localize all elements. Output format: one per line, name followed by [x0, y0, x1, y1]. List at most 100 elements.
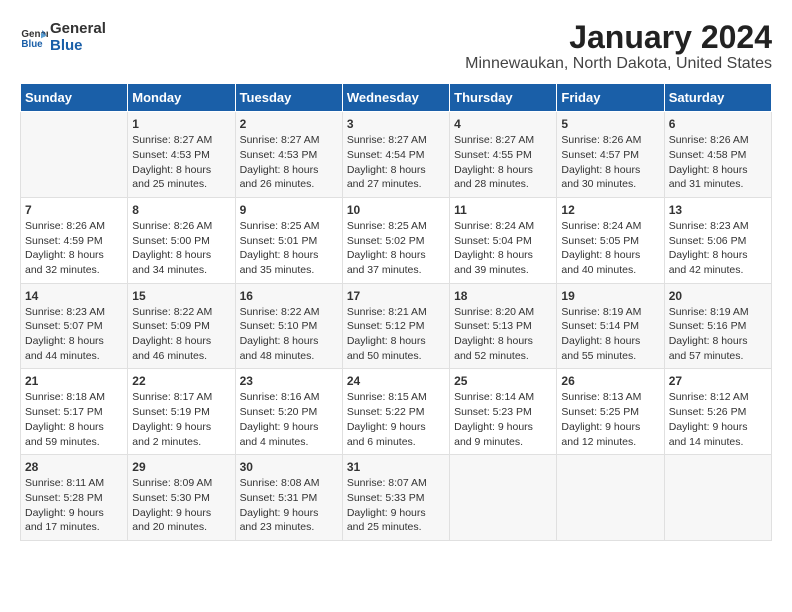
calendar-cell: 8 Sunrise: 8:26 AM Sunset: 5:00 PM Daylig… — [128, 197, 235, 283]
calendar-cell: 17 Sunrise: 8:21 AM Sunset: 5:12 PM Dayli… — [342, 283, 449, 369]
calendar-cell: 19 Sunrise: 8:19 AM Sunset: 5:14 PM Dayli… — [557, 283, 664, 369]
cell-content: Sunrise: 8:23 AM Sunset: 5:06 PM Dayligh… — [669, 219, 767, 278]
calendar-cell: 2Sunrise: 8:27 AM Sunset: 4:53 PM Daylig… — [235, 112, 342, 198]
calendar-cell: 27 Sunrise: 8:12 AM Sunset: 5:26 PM Dayli… — [664, 369, 771, 455]
col-tuesday: Tuesday — [235, 84, 342, 112]
calendar-cell — [664, 455, 771, 541]
cell-content: Sunrise: 8:21 AM Sunset: 5:12 PM Dayligh… — [347, 305, 445, 364]
calendar-cell: 30 Sunrise: 8:08 AM Sunset: 5:31 PM Dayli… — [235, 455, 342, 541]
cell-content: Sunrise: 8:26 AM Sunset: 4:57 PM Dayligh… — [561, 133, 659, 192]
day-number: 24 — [347, 374, 445, 388]
calendar-cell: 10 Sunrise: 8:25 AM Sunset: 5:02 PM Dayli… — [342, 197, 449, 283]
calendar-cell: 6Sunrise: 8:26 AM Sunset: 4:58 PM Daylig… — [664, 112, 771, 198]
col-sunday: Sunday — [21, 84, 128, 112]
calendar-cell: 3 Sunrise: 8:27 AM Sunset: 4:54 PM Daylig… — [342, 112, 449, 198]
svg-text:Blue: Blue — [21, 39, 43, 50]
day-number: 30 — [240, 460, 338, 474]
calendar-cell: 13 Sunrise: 8:23 AM Sunset: 5:06 PM Dayli… — [664, 197, 771, 283]
calendar-title: January 2024 — [465, 20, 772, 55]
cell-content: Sunrise: 8:24 AM Sunset: 5:05 PM Dayligh… — [561, 219, 659, 278]
day-number: 4 — [454, 117, 552, 131]
logo: General Blue General Blue — [20, 20, 106, 54]
day-number: 11 — [454, 203, 552, 217]
calendar-cell: 9 Sunrise: 8:25 AM Sunset: 5:01 PM Daylig… — [235, 197, 342, 283]
day-number: 31 — [347, 460, 445, 474]
cell-content: Sunrise: 8:13 AM Sunset: 5:25 PM Dayligh… — [561, 390, 659, 449]
day-number: 20 — [669, 289, 767, 303]
logo-line2: Blue — [50, 37, 106, 54]
calendar-cell: 31Sunrise: 8:07 AM Sunset: 5:33 PM Dayli… — [342, 455, 449, 541]
col-saturday: Saturday — [664, 84, 771, 112]
header-row: Sunday Monday Tuesday Wednesday Thursday… — [21, 84, 772, 112]
day-number: 21 — [25, 374, 123, 388]
calendar-cell: 14 Sunrise: 8:23 AM Sunset: 5:07 PM Dayli… — [21, 283, 128, 369]
day-number: 26 — [561, 374, 659, 388]
cell-content: Sunrise: 8:27 AM Sunset: 4:54 PM Dayligh… — [347, 133, 445, 192]
col-friday: Friday — [557, 84, 664, 112]
cell-content: Sunrise: 8:27 AM Sunset: 4:53 PM Dayligh… — [132, 133, 230, 192]
calendar-cell: 21Sunrise: 8:18 AM Sunset: 5:17 PM Dayli… — [21, 369, 128, 455]
col-monday: Monday — [128, 84, 235, 112]
cell-content: Sunrise: 8:19 AM Sunset: 5:16 PM Dayligh… — [669, 305, 767, 364]
calendar-cell: 5 Sunrise: 8:26 AM Sunset: 4:57 PM Daylig… — [557, 112, 664, 198]
day-number: 3 — [347, 117, 445, 131]
calendar-cell: 4 Sunrise: 8:27 AM Sunset: 4:55 PM Daylig… — [450, 112, 557, 198]
cell-content: Sunrise: 8:11 AM Sunset: 5:28 PM Dayligh… — [25, 476, 123, 535]
cell-content: Sunrise: 8:12 AM Sunset: 5:26 PM Dayligh… — [669, 390, 767, 449]
calendar-week-row: 7 Sunrise: 8:26 AM Sunset: 4:59 PM Daylig… — [21, 197, 772, 283]
day-number: 23 — [240, 374, 338, 388]
cell-content: Sunrise: 8:22 AM Sunset: 5:10 PM Dayligh… — [240, 305, 338, 364]
calendar-cell — [450, 455, 557, 541]
cell-content: Sunrise: 8:08 AM Sunset: 5:31 PM Dayligh… — [240, 476, 338, 535]
cell-content: Sunrise: 8:25 AM Sunset: 5:01 PM Dayligh… — [240, 219, 338, 278]
calendar-cell: 7 Sunrise: 8:26 AM Sunset: 4:59 PM Daylig… — [21, 197, 128, 283]
cell-content: Sunrise: 8:26 AM Sunset: 4:58 PM Dayligh… — [669, 133, 767, 192]
calendar-header: Sunday Monday Tuesday Wednesday Thursday… — [21, 84, 772, 112]
cell-content: Sunrise: 8:23 AM Sunset: 5:07 PM Dayligh… — [25, 305, 123, 364]
calendar-cell: 15Sunrise: 8:22 AM Sunset: 5:09 PM Dayli… — [128, 283, 235, 369]
cell-content: Sunrise: 8:20 AM Sunset: 5:13 PM Dayligh… — [454, 305, 552, 364]
day-number: 9 — [240, 203, 338, 217]
cell-content: Sunrise: 8:14 AM Sunset: 5:23 PM Dayligh… — [454, 390, 552, 449]
day-number: 25 — [454, 374, 552, 388]
day-number: 13 — [669, 203, 767, 217]
day-number: 5 — [561, 117, 659, 131]
cell-content: Sunrise: 8:26 AM Sunset: 4:59 PM Dayligh… — [25, 219, 123, 278]
day-number: 27 — [669, 374, 767, 388]
cell-content: Sunrise: 8:19 AM Sunset: 5:14 PM Dayligh… — [561, 305, 659, 364]
cell-content: Sunrise: 8:15 AM Sunset: 5:22 PM Dayligh… — [347, 390, 445, 449]
day-number: 8 — [132, 203, 230, 217]
cell-content: Sunrise: 8:17 AM Sunset: 5:19 PM Dayligh… — [132, 390, 230, 449]
cell-content: Sunrise: 8:27 AM Sunset: 4:55 PM Dayligh… — [454, 133, 552, 192]
calendar-cell: 23Sunrise: 8:16 AM Sunset: 5:20 PM Dayli… — [235, 369, 342, 455]
calendar-cell: 18 Sunrise: 8:20 AM Sunset: 5:13 PM Dayli… — [450, 283, 557, 369]
col-wednesday: Wednesday — [342, 84, 449, 112]
calendar-cell: 29Sunrise: 8:09 AM Sunset: 5:30 PM Dayli… — [128, 455, 235, 541]
calendar-week-row: 28Sunrise: 8:11 AM Sunset: 5:28 PM Dayli… — [21, 455, 772, 541]
cell-content: Sunrise: 8:24 AM Sunset: 5:04 PM Dayligh… — [454, 219, 552, 278]
calendar-cell: 25 Sunrise: 8:14 AM Sunset: 5:23 PM Dayli… — [450, 369, 557, 455]
calendar-cell: 20 Sunrise: 8:19 AM Sunset: 5:16 PM Dayli… — [664, 283, 771, 369]
calendar-cell: 22Sunrise: 8:17 AM Sunset: 5:19 PM Dayli… — [128, 369, 235, 455]
page-header: General Blue General Blue January 2024 M… — [20, 20, 772, 73]
day-number: 18 — [454, 289, 552, 303]
calendar-table: Sunday Monday Tuesday Wednesday Thursday… — [20, 83, 772, 541]
day-number: 16 — [240, 289, 338, 303]
col-thursday: Thursday — [450, 84, 557, 112]
calendar-cell: 1Sunrise: 8:27 AM Sunset: 4:53 PM Daylig… — [128, 112, 235, 198]
day-number: 17 — [347, 289, 445, 303]
day-number: 10 — [347, 203, 445, 217]
cell-content: Sunrise: 8:25 AM Sunset: 5:02 PM Dayligh… — [347, 219, 445, 278]
day-number: 14 — [25, 289, 123, 303]
calendar-week-row: 1Sunrise: 8:27 AM Sunset: 4:53 PM Daylig… — [21, 112, 772, 198]
calendar-week-row: 14 Sunrise: 8:23 AM Sunset: 5:07 PM Dayli… — [21, 283, 772, 369]
day-number: 19 — [561, 289, 659, 303]
cell-content: Sunrise: 8:26 AM Sunset: 5:00 PM Dayligh… — [132, 219, 230, 278]
day-number: 12 — [561, 203, 659, 217]
calendar-week-row: 21Sunrise: 8:18 AM Sunset: 5:17 PM Dayli… — [21, 369, 772, 455]
calendar-body: 1Sunrise: 8:27 AM Sunset: 4:53 PM Daylig… — [21, 112, 772, 541]
calendar-cell: 12 Sunrise: 8:24 AM Sunset: 5:05 PM Dayli… — [557, 197, 664, 283]
calendar-cell — [21, 112, 128, 198]
title-block: January 2024 Minnewaukan, North Dakota, … — [465, 20, 772, 73]
day-number: 7 — [25, 203, 123, 217]
